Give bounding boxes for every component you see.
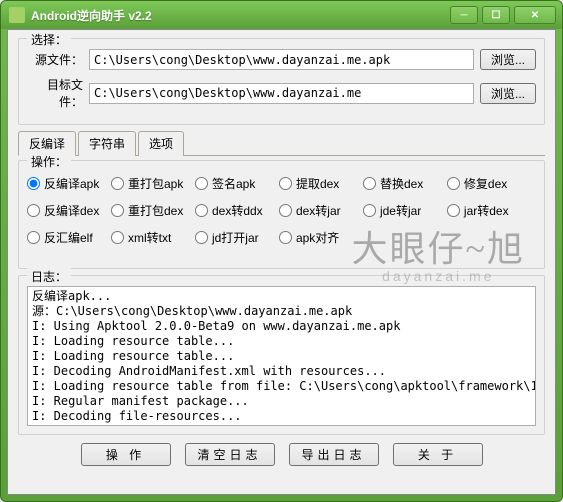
op-label: 重打包dex [128, 202, 183, 219]
source-input[interactable] [89, 49, 474, 70]
close-button[interactable]: ✕ [514, 6, 556, 24]
maximize-button[interactable]: ☐ [482, 6, 510, 24]
op-radio-item[interactable]: 重打包apk [111, 175, 195, 192]
target-browse-button[interactable]: 浏览... [480, 83, 536, 104]
ops-group: 操作： 反编译apk重打包apk签名apk提取dex替换dex修复dex反编译d… [18, 160, 545, 269]
op-label: jd打开jar [212, 229, 259, 246]
window: Android逆向助手 v2.2 ─ ☐ ✕ 大眼仔~旭 dayanzai.me… [0, 0, 563, 502]
op-radio[interactable] [447, 204, 460, 217]
op-radio-item[interactable]: 替换dex [363, 175, 447, 192]
op-radio[interactable] [27, 231, 40, 244]
op-radio[interactable] [279, 177, 292, 190]
log-group: 日志： 反编译apk... 源：C:\Users\cong\Desktop\ww… [18, 275, 545, 435]
log-textarea[interactable]: 反编译apk... 源：C:\Users\cong\Desktop\www.da… [27, 286, 536, 426]
op-radio[interactable] [363, 177, 376, 190]
op-radio-item[interactable]: dex转jar [279, 202, 363, 219]
op-radio-item[interactable]: 反汇编elf [27, 229, 111, 246]
tab-options[interactable]: 选项 [138, 131, 184, 156]
op-radio[interactable] [279, 204, 292, 217]
op-radio-item[interactable]: 签名apk [195, 175, 279, 192]
op-radio[interactable] [27, 177, 40, 190]
op-radio-item[interactable]: jd打开jar [195, 229, 279, 246]
op-label: 修复dex [464, 175, 507, 192]
source-row: 源文件： 浏览... [27, 49, 536, 70]
op-radio-item[interactable]: 反编译dex [27, 202, 111, 219]
select-group: 选择： 源文件： 浏览... 目标文件： 浏览... [18, 38, 545, 125]
op-label: 反编译dex [44, 202, 99, 219]
target-input[interactable] [89, 83, 474, 104]
client-area: 大眼仔~旭 dayanzai.me 选择： 源文件： 浏览... 目标文件： 浏… [7, 29, 556, 495]
op-label: jde转jar [380, 202, 421, 219]
window-controls: ─ ☐ ✕ [450, 6, 556, 24]
minimize-button[interactable]: ─ [450, 6, 478, 24]
op-radio-item[interactable]: dex转ddx [195, 202, 279, 219]
op-radio[interactable] [447, 177, 460, 190]
op-radio-item[interactable]: 修复dex [447, 175, 531, 192]
app-icon [9, 7, 25, 23]
op-label: 重打包apk [128, 175, 183, 192]
op-radio[interactable] [279, 231, 292, 244]
op-label: 提取dex [296, 175, 339, 192]
op-label: 签名apk [212, 175, 255, 192]
titlebar[interactable]: Android逆向助手 v2.2 ─ ☐ ✕ [1, 1, 562, 29]
tab-string[interactable]: 字符串 [78, 131, 136, 156]
op-radio[interactable] [363, 204, 376, 217]
target-row: 目标文件： 浏览... [27, 76, 536, 110]
op-radio[interactable] [111, 177, 124, 190]
op-radio-item[interactable]: 提取dex [279, 175, 363, 192]
source-browse-button[interactable]: 浏览... [480, 49, 536, 70]
op-label: 反汇编elf [44, 229, 93, 246]
ops-group-label: 操作： [27, 153, 71, 170]
op-radio[interactable] [195, 204, 208, 217]
op-radio[interactable] [27, 204, 40, 217]
window-title: Android逆向助手 v2.2 [31, 7, 450, 24]
clear-log-button[interactable]: 清空日志 [185, 443, 275, 466]
op-radio-item[interactable]: 反编译apk [27, 175, 111, 192]
op-radio-item[interactable]: apk对齐 [279, 229, 363, 246]
op-label: dex转ddx [212, 202, 263, 219]
export-log-button[interactable]: 导出日志 [289, 443, 379, 466]
log-group-label: 日志： [27, 268, 71, 285]
op-label: dex转jar [296, 202, 341, 219]
op-radio[interactable] [195, 177, 208, 190]
op-radio[interactable] [195, 231, 208, 244]
op-label: xml转txt [128, 229, 171, 246]
do-button[interactable]: 操 作 [81, 443, 171, 466]
op-radio-item[interactable]: jar转dex [447, 202, 531, 219]
op-radio-item[interactable]: 重打包dex [111, 202, 195, 219]
op-label: 反编译apk [44, 175, 99, 192]
op-label: jar转dex [464, 202, 509, 219]
op-radio[interactable] [111, 231, 124, 244]
source-label: 源文件： [27, 51, 83, 68]
op-label: 替换dex [380, 175, 423, 192]
tabs: 反编译 字符串 选项 [18, 131, 545, 156]
bottom-buttons: 操 作 清空日志 导出日志 关 于 [18, 443, 545, 466]
op-radio-item[interactable]: xml转txt [111, 229, 195, 246]
target-label: 目标文件： [27, 76, 83, 110]
op-radio[interactable] [111, 204, 124, 217]
select-group-label: 选择： [27, 31, 71, 48]
op-radio-item[interactable]: jde转jar [363, 202, 447, 219]
ops-grid: 反编译apk 重打包apk 签名apk 提取dex 替换dex 修复dex 反编译dex 重打… [27, 171, 536, 260]
op-label: apk对齐 [296, 229, 339, 246]
about-button[interactable]: 关 于 [393, 443, 483, 466]
